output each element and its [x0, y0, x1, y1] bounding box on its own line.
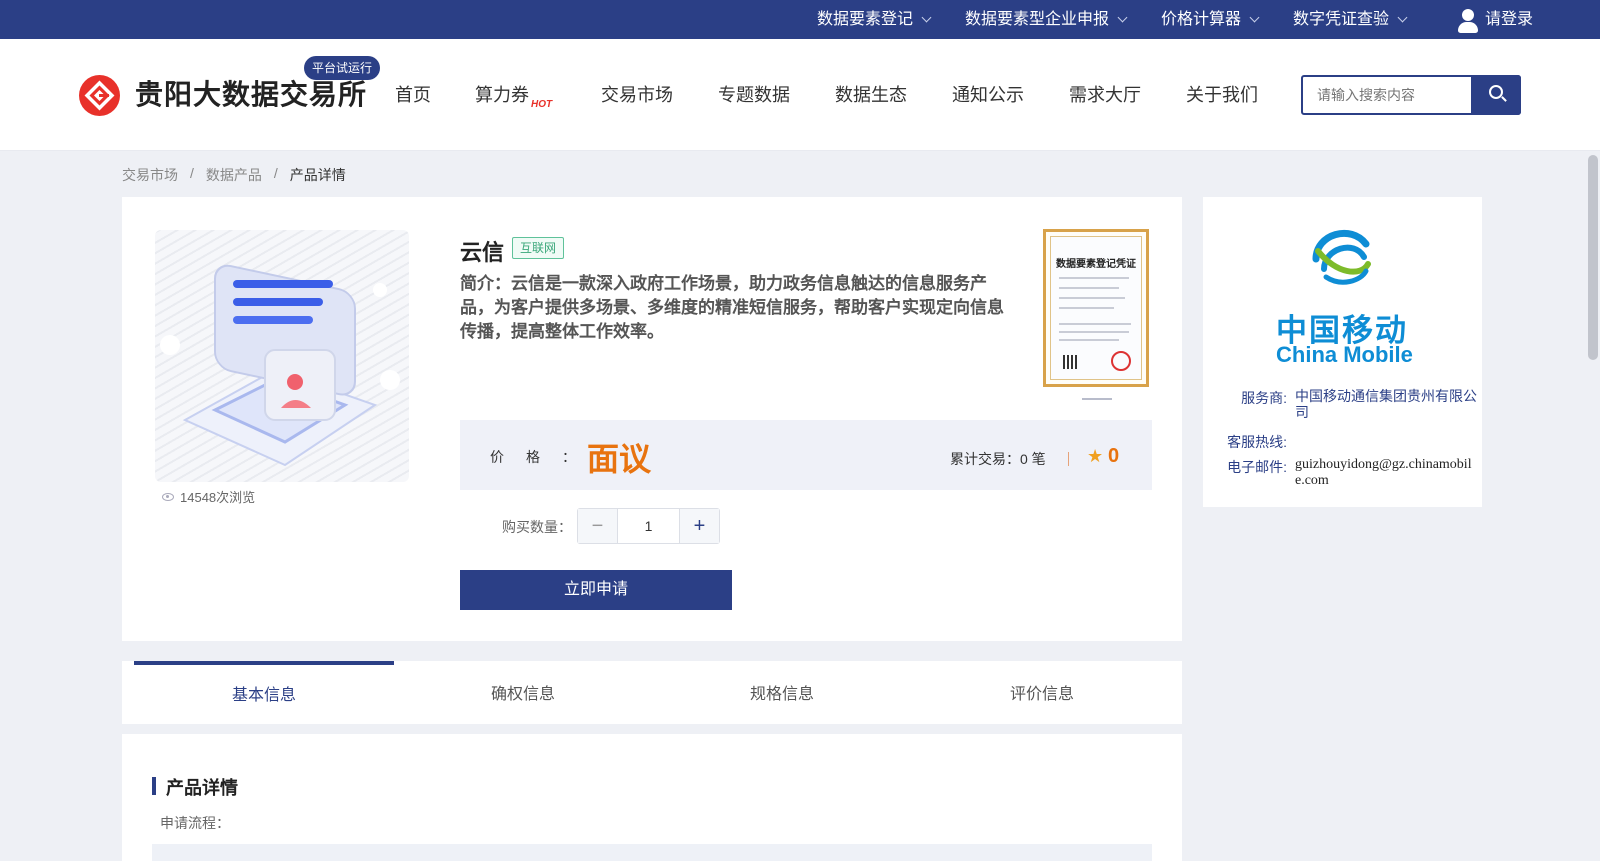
flow-label: 申请流程：: [160, 815, 230, 831]
hotline-row: 客服热线:: [1223, 432, 1477, 452]
nav-compute-voucher[interactable]: 算力券 HOT: [475, 81, 552, 110]
chevron-down-icon: [1249, 12, 1260, 22]
category-tag: 互联网: [512, 237, 565, 259]
nav-topic-data[interactable]: 专题数据: [718, 81, 790, 109]
topbar-item-label: 价格计算器: [1161, 11, 1242, 28]
provider-card: 中国移动 China Mobile 服务商: 中国移动通信集团贵州有限公司 客服…: [1203, 197, 1482, 507]
flow-content: [152, 844, 1152, 861]
certificate-title: 数据要素登记凭证: [1056, 259, 1136, 270]
divider: [1068, 452, 1069, 466]
trial-badge: 平台试运行: [304, 56, 381, 80]
breadcrumb-separator: /: [190, 165, 194, 181]
info-tabs: 基本信息 确权信息 规格信息 评价信息: [122, 661, 1182, 724]
nav-label: 算力券: [475, 85, 529, 105]
topbar-price-calculator[interactable]: 价格计算器: [1161, 0, 1260, 39]
top-utility-bar: 数据要素登记 数据要素型企业申报 价格计算器 数字凭证查验 请登录: [0, 0, 1600, 39]
registration-certificate[interactable]: 数据要素登记凭证: [1043, 229, 1149, 387]
section-marker: [152, 777, 156, 795]
topbar-enterprise-declare[interactable]: 数据要素型企业申报: [965, 0, 1128, 39]
user-icon: [1457, 7, 1479, 33]
chat-illustration-icon: [160, 264, 400, 467]
login-label: 请登录: [1485, 11, 1534, 28]
hotline-label: 客服热线:: [1227, 434, 1287, 450]
nav-demand-hall[interactable]: 需求大厅: [1069, 81, 1141, 109]
nav-ecosystem[interactable]: 数据生态: [835, 81, 907, 109]
main-header: 贵阳大数据交易所 平台试运行 首页 算力券 HOT 交易市场 专题数据 数据生态…: [0, 39, 1600, 151]
provider-row: 服务商: 中国移动通信集团贵州有限公司: [1223, 388, 1477, 420]
topbar-item-label: 数据要素型企业申报: [965, 11, 1110, 28]
gbdex-logo-icon[interactable]: [79, 75, 120, 116]
chevron-down-icon: [1117, 12, 1128, 22]
email-row: 电子邮件: guizhouyidong@gz.chinamobile.com: [1223, 457, 1477, 489]
product-card: 14548次浏览 云信 互联网 简介：云信是一款深入政府工作场景，助力政务信息触…: [122, 197, 1182, 641]
tab-rights-info[interactable]: 确权信息: [393, 661, 653, 724]
nav-market[interactable]: 交易市场: [601, 81, 673, 109]
increase-button[interactable]: +: [679, 509, 719, 543]
provider-logo-en: China Mobile: [1276, 342, 1413, 367]
tab-reviews[interactable]: 评价信息: [912, 661, 1172, 724]
email-label: 电子邮件:: [1227, 459, 1287, 475]
carousel-indicator[interactable]: [1082, 398, 1112, 400]
breadcrumb: 交易市场 / 数据产品 / 产品详情: [122, 165, 346, 185]
breadcrumb-market[interactable]: 交易市场: [122, 165, 178, 185]
topbar-item-label: 数字凭证查验: [1293, 11, 1390, 28]
chevron-down-icon: [921, 12, 932, 22]
tab-spec-info[interactable]: 规格信息: [652, 661, 912, 724]
email-value: guizhouyidong@gz.chinamobile.com: [1295, 457, 1472, 488]
china-mobile-logo-icon: [1312, 229, 1371, 285]
login-link[interactable]: 请登录: [1457, 0, 1533, 39]
product-image: [155, 230, 409, 482]
topbar-data-registration[interactable]: 数据要素登记: [817, 0, 932, 39]
nav-about[interactable]: 关于我们: [1186, 81, 1258, 109]
topbar-item-label: 数据要素登记: [817, 11, 914, 28]
price-band: 价格： 面议 累计交易：0 笔 ★ 0: [460, 420, 1152, 490]
product-name: 云信: [460, 240, 505, 265]
star-icon: ★: [1087, 446, 1104, 466]
chevron-down-icon: [1397, 12, 1408, 22]
decrease-button[interactable]: −: [578, 509, 618, 543]
search-input[interactable]: [1303, 77, 1463, 113]
trade-count: 累计交易：0 笔: [950, 451, 1046, 467]
product-detail-section: 产品详情 申请流程：: [122, 734, 1182, 861]
quantity-stepper: − 1 +: [577, 508, 720, 544]
eye-icon: [162, 492, 174, 501]
seal-icon: [1111, 351, 1131, 371]
price-value: 面议: [587, 441, 652, 477]
quantity-value[interactable]: 1: [618, 509, 679, 543]
breadcrumb-separator: /: [273, 165, 278, 181]
search-bar: [1301, 75, 1521, 115]
page-scrollbar[interactable]: [1588, 155, 1598, 360]
breadcrumb-current: 产品详情: [289, 167, 346, 183]
section-title: 产品详情: [166, 778, 238, 798]
tab-basic-info[interactable]: 基本信息: [134, 661, 394, 724]
qr-code-icon: [1063, 355, 1077, 369]
breadcrumb-data-products[interactable]: 数据产品: [206, 165, 262, 185]
price-label: 价格：: [490, 449, 598, 465]
product-intro: 简介：云信是一款深入政府工作场景，助力政务信息触达的信息服务产品，为客户提供多场…: [460, 274, 1004, 341]
quantity-label: 购买数量：: [502, 519, 572, 535]
apply-button[interactable]: 立即申请: [460, 570, 732, 610]
provider-name[interactable]: 中国移动通信集团贵州有限公司: [1295, 388, 1477, 420]
hot-badge: HOT: [531, 99, 553, 110]
provider-label: 服务商:: [1241, 390, 1287, 406]
view-count-label: 14548次浏览: [180, 490, 256, 505]
topbar-certificate-check[interactable]: 数字凭证查验: [1293, 0, 1408, 39]
hotline-value: [1295, 432, 1477, 452]
nav-home[interactable]: 首页: [395, 81, 431, 109]
search-button[interactable]: [1471, 75, 1521, 115]
rating-value: 0: [1108, 445, 1120, 467]
nav-notices[interactable]: 通知公示: [952, 81, 1024, 109]
view-count: 14548次浏览: [162, 487, 255, 506]
